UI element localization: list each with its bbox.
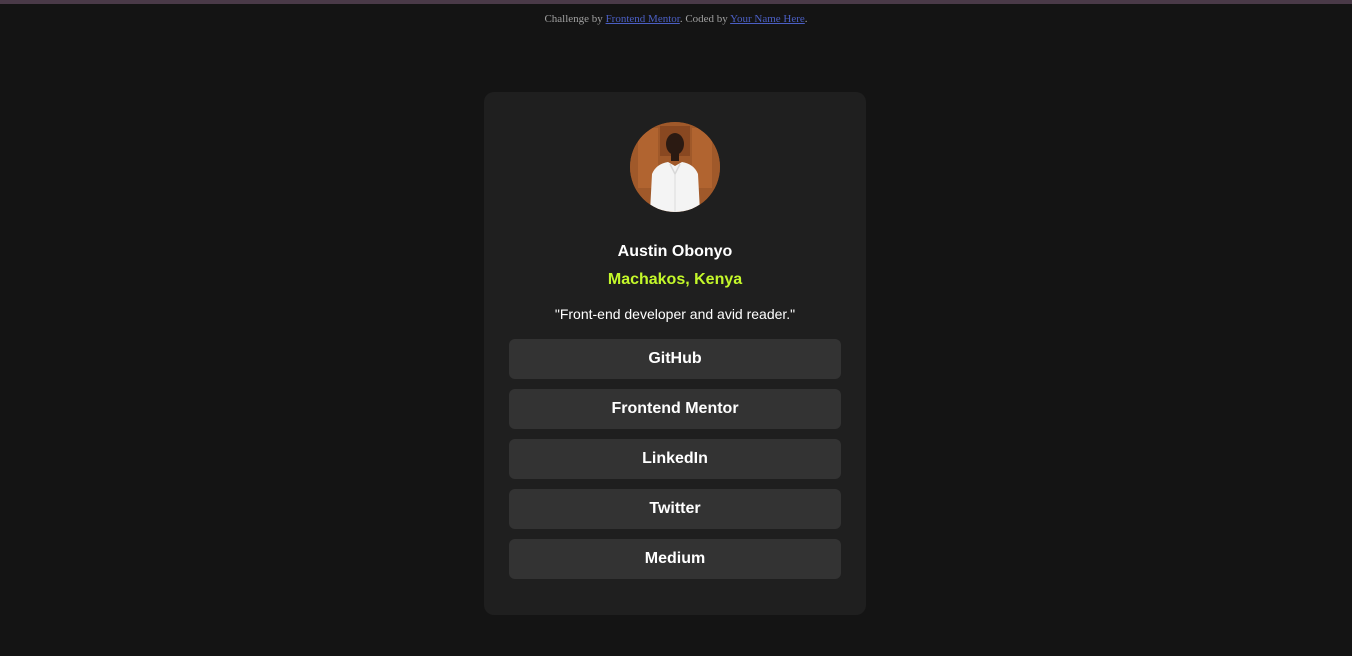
medium-link-button[interactable]: Medium <box>509 539 841 579</box>
frontend-mentor-link[interactable]: Frontend Mentor <box>606 13 680 25</box>
top-border-strip <box>0 0 1352 4</box>
avatar <box>630 122 720 212</box>
author-link[interactable]: Your Name Here <box>730 13 805 25</box>
profile-bio: "Front-end developer and avid reader." <box>554 306 796 322</box>
profile-photo-icon <box>630 122 720 212</box>
profile-card: Austin Obonyo Machakos, Kenya "Front-end… <box>484 92 866 615</box>
attribution: Challenge by Frontend Mentor. Coded by Y… <box>0 12 1352 26</box>
profile-name: Austin Obonyo <box>617 243 733 260</box>
profile-location: Machakos, Kenya <box>607 271 743 288</box>
attribution-middle: . Coded by <box>679 13 731 25</box>
frontend-mentor-link-button[interactable]: Frontend Mentor <box>509 389 841 429</box>
attribution-suffix: . <box>804 13 808 25</box>
twitter-link-button[interactable]: Twitter <box>509 489 841 529</box>
social-links: GitHub Frontend Mentor LinkedIn Twitter … <box>509 339 841 589</box>
github-link-button[interactable]: GitHub <box>509 339 841 379</box>
linkedin-link-button[interactable]: LinkedIn <box>509 439 841 479</box>
attribution-prefix: Challenge by <box>544 13 606 25</box>
